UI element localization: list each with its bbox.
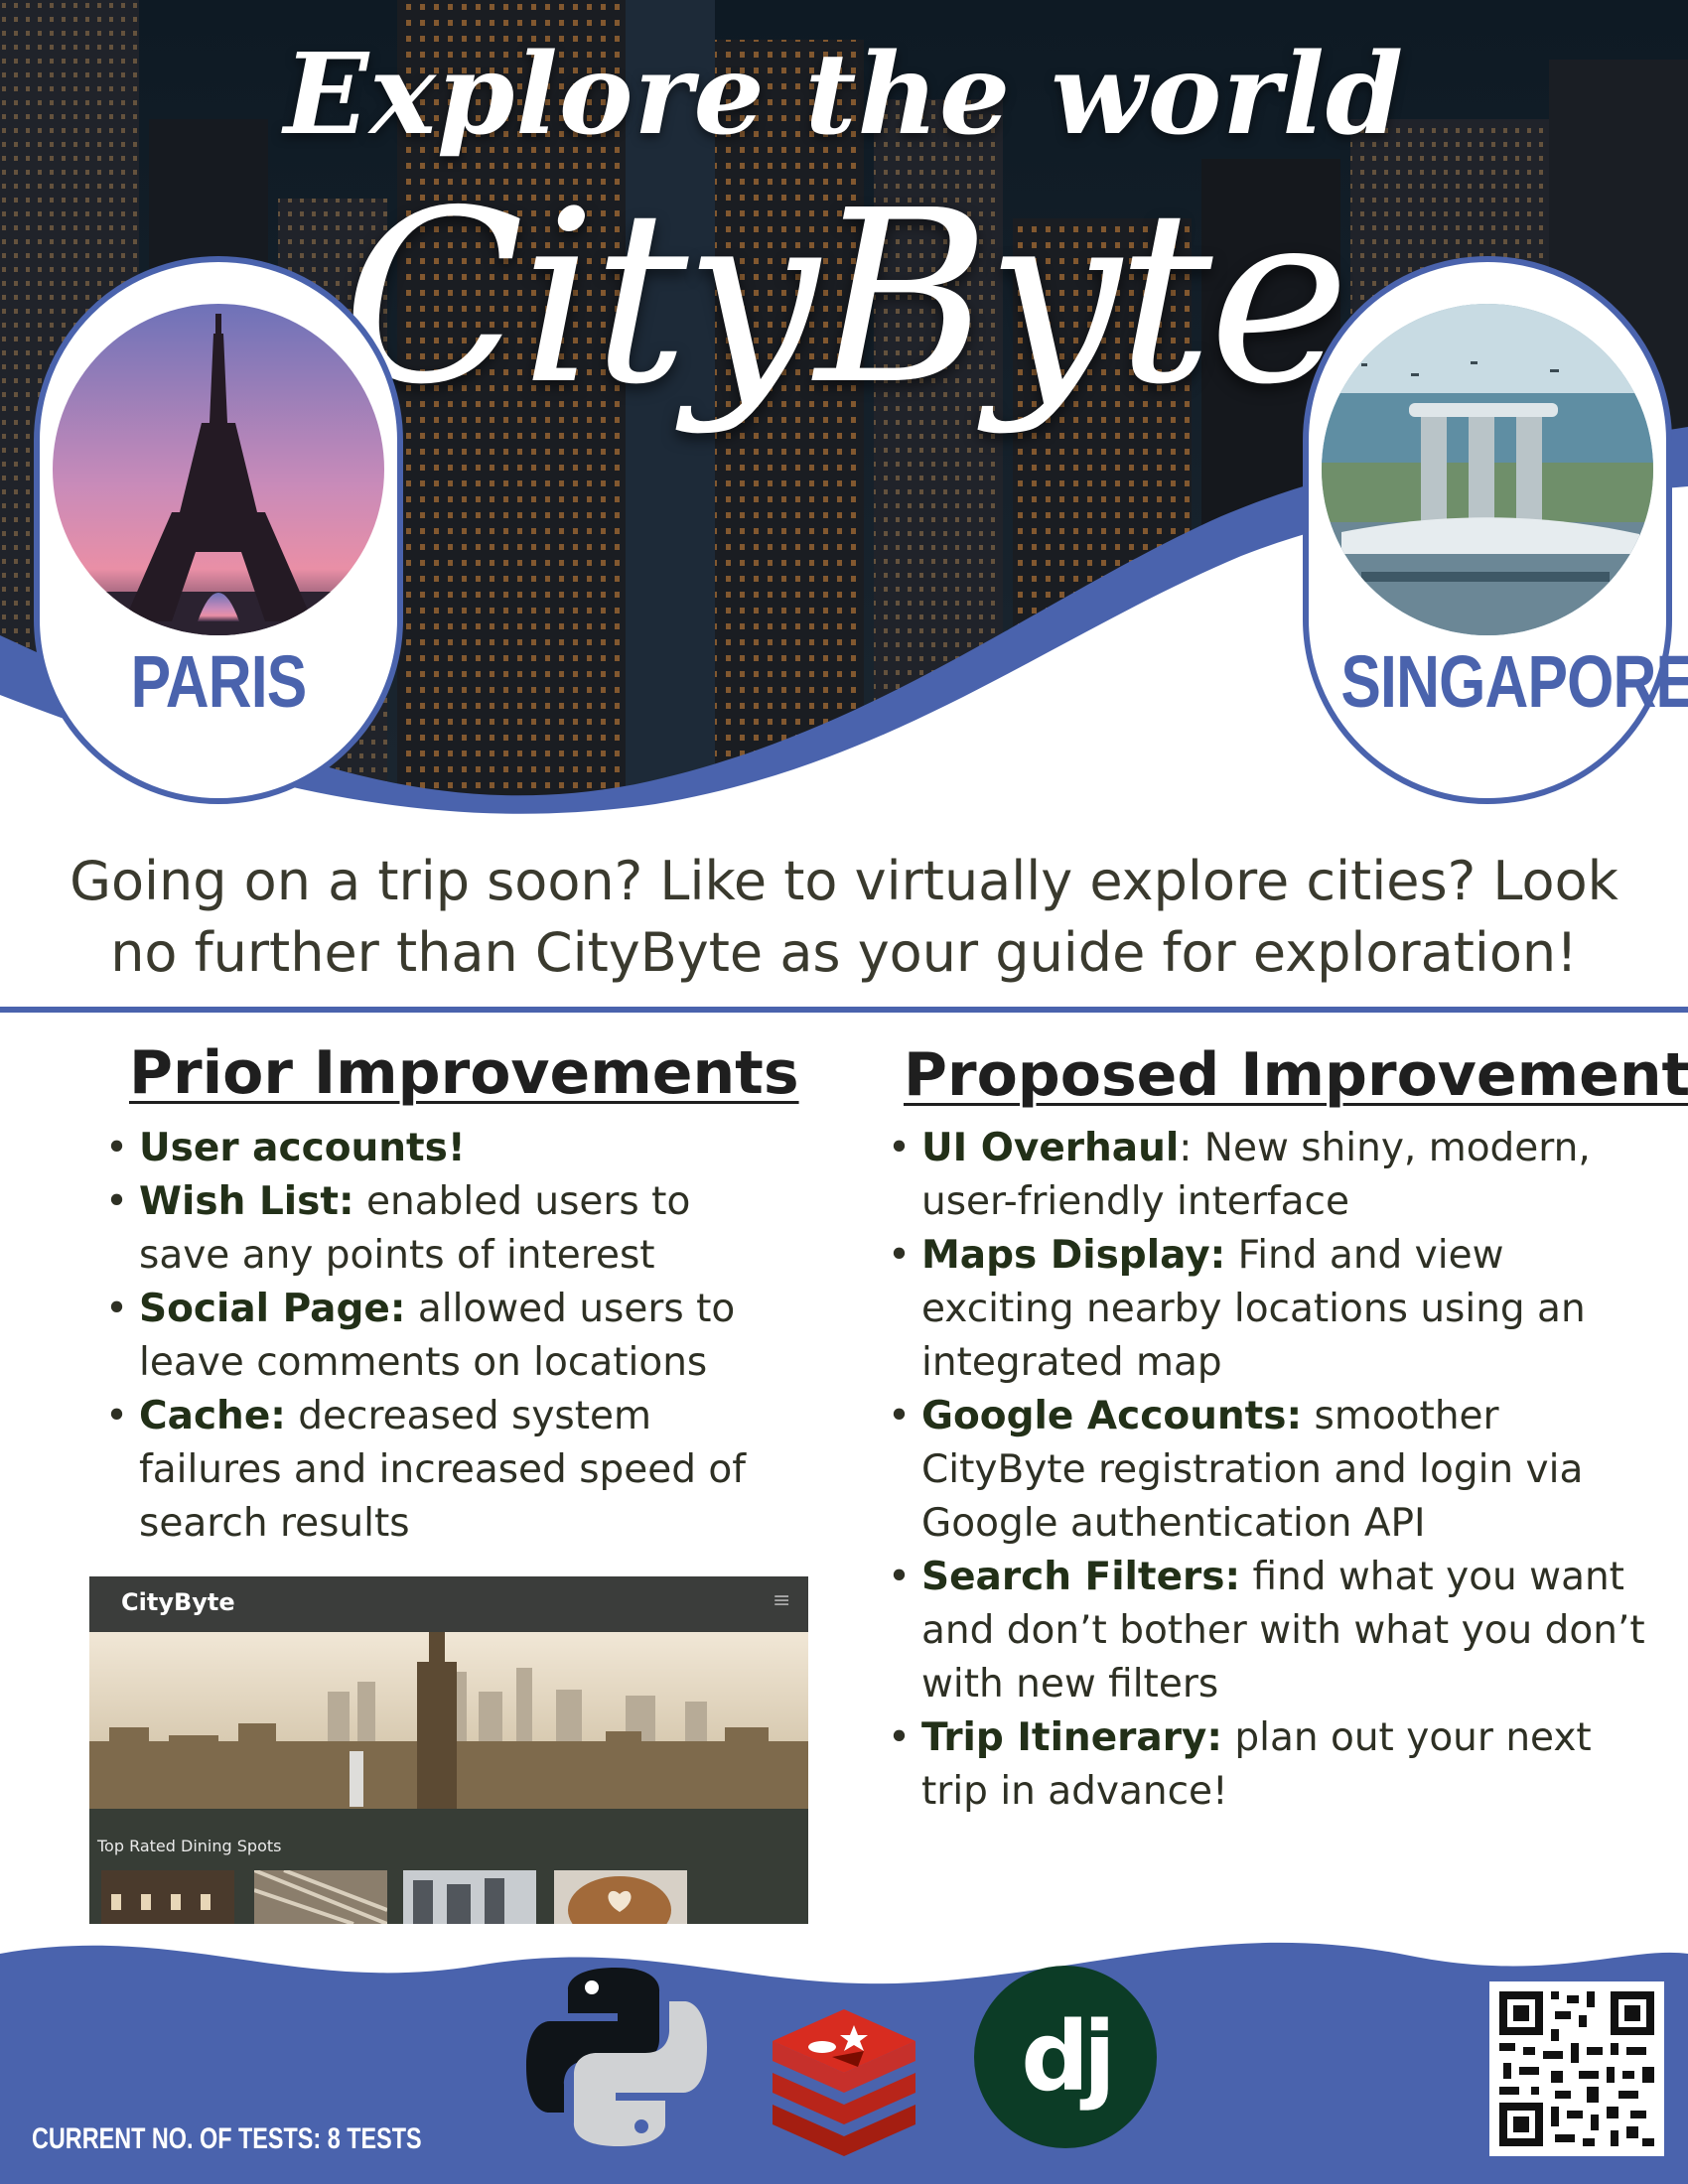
bullet-icon: •: [888, 1394, 912, 1438]
bullet-icon: •: [105, 1394, 129, 1438]
bullet-icon: •: [888, 1126, 912, 1170]
prior-improvements-heading: Prior Improvements: [129, 1038, 799, 1108]
dining-thumbnail: [554, 1870, 687, 1924]
dining-thumbnail: [403, 1870, 536, 1924]
city-name-paris: PARIS: [130, 640, 308, 723]
proposed-improvements-heading: Proposed Improvements: [904, 1040, 1688, 1110]
section-divider: [0, 1007, 1688, 1013]
proposed-improvements-list: • UI Overhaul: New shiny, modern, user-fr…: [888, 1122, 1656, 1819]
city-name-singapore: SINGAPORE: [1340, 640, 1688, 723]
list-item: • Search Filters: find what you want and …: [888, 1551, 1656, 1711]
app-section-label: Top Rated Dining Spots: [97, 1837, 282, 1855]
bullet-icon: •: [105, 1287, 129, 1331]
intro-paragraph: Going on a trip soon? Like to virtually …: [70, 850, 1618, 984]
list-item: • Social Page: allowed users to leave com…: [105, 1283, 774, 1390]
eiffel-tower-image: [53, 304, 384, 635]
list-item: • Cache: decreased system failures and in…: [105, 1390, 774, 1551]
singapore-photo: [1322, 304, 1653, 635]
bullet-icon: •: [105, 1179, 129, 1224]
hamburger-menu-icon: ≡: [773, 1588, 791, 1613]
new-york-skyline-image: [89, 1632, 808, 1809]
list-item: • Google Accounts: smoother CityByte regi…: [888, 1390, 1656, 1551]
bullet-icon: •: [888, 1715, 912, 1760]
list-item: • Wish List: enabled users to save any po…: [105, 1175, 774, 1283]
bullet-icon: •: [888, 1233, 912, 1278]
app-header-bar: CityByte ≡: [89, 1576, 808, 1632]
prior-improvements-list: • User accounts! • Wish List: enabled user…: [105, 1122, 774, 1551]
qr-code: [1489, 1981, 1664, 2156]
bullet-icon: •: [888, 1555, 912, 1599]
list-item: • Trip Itinerary: plan out your next trip…: [888, 1711, 1656, 1819]
dining-thumbnail: [101, 1870, 234, 1924]
marina-bay-image: [1322, 304, 1653, 635]
app-brand: CityByte: [121, 1588, 235, 1616]
city-card-paris: PARIS: [34, 256, 403, 804]
paris-photo: [53, 304, 384, 635]
city-card-singapore: SINGAPORE: [1303, 256, 1688, 804]
test-count-label: CURRENT NO. OF TESTS: 8 TESTS: [32, 2122, 422, 2155]
app-screenshot: CityByte ≡ Top Rated Dining Spots: [89, 1576, 808, 1924]
list-item: • User accounts!: [105, 1122, 774, 1175]
list-item: • UI Overhaul: New shiny, modern, user-fr…: [888, 1122, 1656, 1229]
list-item: • Maps Display: Find and view exciting ne…: [888, 1229, 1656, 1390]
dining-thumbnail: [254, 1870, 387, 1924]
django-logo-text: dj: [1021, 2001, 1116, 2113]
bullet-icon: •: [105, 1126, 129, 1170]
hero-tagline: Explore the world: [283, 30, 1405, 160]
